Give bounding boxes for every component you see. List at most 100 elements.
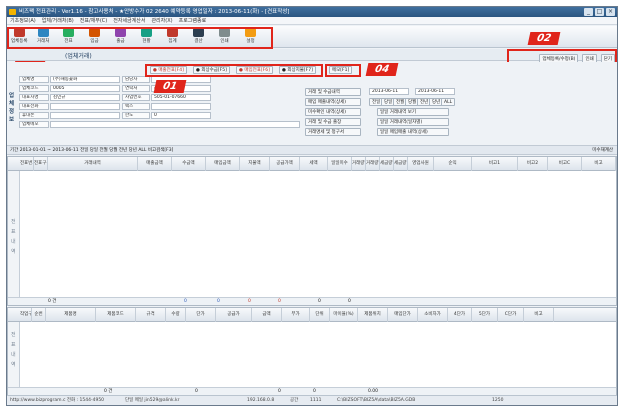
column-header[interactable]: 비고C [548,157,582,171]
recalc-button[interactable]: 미수재계산 [592,146,613,154]
menu-vendor[interactable]: 업체/거래처(B) [42,17,74,24]
column-header[interactable]: 세금량합계 [394,157,408,171]
column-header[interactable]: 제품코드 [96,308,136,322]
column-header[interactable]: 영업사원 [408,157,434,171]
right-field-value[interactable] [151,103,211,110]
menu-exit[interactable]: 프로그램종료 [179,17,207,24]
period-button[interactable]: ALL [441,98,456,106]
report-button[interactable]: 일일 매입매출 내역(상세) [377,128,449,136]
column-header[interactable]: 공급가 [216,308,252,322]
field-value[interactable]: 0005 [50,85,120,92]
right-field-label: 팩스 [122,103,150,110]
field-value[interactable] [50,121,300,128]
column-header[interactable]: 일일미수 [328,157,352,171]
history-button[interactable]: 미수확인 내역(상세) [305,108,361,116]
column-header[interactable]: 순익 [434,157,472,171]
column-header[interactable]: 5단가 [472,308,498,322]
slip-total-4: 0 [278,299,281,304]
column-header[interactable]: 비고 [524,308,554,322]
maximize-button[interactable]: □ [595,8,604,16]
column-header[interactable]: 세금량합계 [380,157,394,171]
column-header[interactable]: 매출금액 [138,157,172,171]
column-header[interactable]: 제품명 [46,308,96,322]
action-buttons-highlight [145,64,323,77]
menu-etax[interactable]: 전자세금계산서 [113,17,145,24]
history-button[interactable]: 거래 및 수금내역 [305,88,361,96]
callout-04: 04 [365,63,399,76]
column-header[interactable]: 순번 [32,308,46,322]
field-label: 대표자명 [19,94,49,101]
column-header[interactable]: 지불액 [240,157,270,171]
slip-total-2: 0 [217,299,220,304]
column-header[interactable]: 규격 [136,308,166,322]
report-button[interactable]: 일일 거래내역 보기 [377,108,449,116]
column-header[interactable]: 제품위치 [358,308,388,322]
column-header[interactable]: 매입단가 [388,308,418,322]
column-header[interactable]: 4단가 [448,308,472,322]
item-total-1: 0 [195,389,198,394]
window-title: 비즈팩 전표관리 - Ver1.16 - 참고사용처 - ★안방수가 02 26… [19,9,290,15]
column-header[interactable]: 거래내역 [48,157,138,171]
column-header[interactable]: 세액 [300,157,328,171]
field-value[interactable]: 김민규 [50,94,120,101]
slip-grid-side-label: 전표내역 [11,219,16,255]
status-user: 단일 메일 jin529@alink.kr [125,398,180,403]
field-value[interactable]: (주)해동꽃화 [50,76,120,83]
report-button[interactable]: 일일 거래내역(일자별) [377,118,449,126]
tab-title[interactable]: (업체거래) [65,51,92,60]
menu-admin[interactable]: 관리자(X) [151,17,172,24]
filter-text[interactable]: 기간 2013-01-01 ~ 2013-06-11 전일 당일 전월 당월 전… [10,148,173,153]
right-field-value[interactable]: 505-01-07660 [151,94,211,101]
history-button[interactable]: 매입 매출내역(상세) [305,98,361,106]
column-header[interactable]: 거래량합계 [366,157,380,171]
date-to-input[interactable]: 2013-06-11 [415,88,455,95]
status-site: http://www.bizprogram.c 전화 : 1544-4950 [10,398,105,403]
slip-total-6: 0 [348,299,351,304]
date-from-input[interactable]: 2013-06-11 [369,88,409,95]
column-header[interactable]: 매입금액 [206,157,240,171]
column-header[interactable]: 비고 [582,157,616,171]
item-total-4: 0.00 [368,389,379,394]
column-header[interactable]: 금액 [252,308,282,322]
column-header[interactable]: 단위 [310,308,330,322]
close-window-button[interactable]: × [606,8,615,16]
field-label: 업체코드 [19,85,49,92]
slip-grid-total: 0 건 0 0 0 0 0 0 [8,297,616,305]
status-ip: 192.168.0.8 [247,398,275,403]
status-num: 1111 [310,398,322,403]
slip-total-5: 0 [318,299,321,304]
column-header[interactable]: 비고2 [518,157,548,171]
menu-slip[interactable]: 전표/재무(C) [80,17,107,24]
minimize-button[interactable]: _ [584,8,593,16]
history-button[interactable]: 거래 및 수금 출장 [305,118,361,126]
column-header[interactable]: 수량 [166,308,186,322]
filter-bar: 기간 2013-01-01 ~ 2013-06-11 전일 당일 전월 당월 전… [7,145,617,155]
field-value[interactable] [50,103,120,110]
column-header[interactable]: 수금액 [172,157,206,171]
column-header[interactable]: 소비자가 [418,308,448,322]
toolbar-highlight [7,27,273,49]
status-ver: 1250 [492,398,504,403]
column-header[interactable]: 거래량합계 [352,157,366,171]
menu-basic[interactable]: 기초정보(A) [10,17,36,24]
column-header[interactable]: 작업구분 [20,308,32,322]
field-label: 업체명 [19,76,49,83]
column-header[interactable]: 전표번호 [20,157,34,171]
right-field-value[interactable]: 0 [151,112,211,119]
vendor-info-label: 업체정보 [9,93,15,123]
column-header[interactable]: 마이율(%) [330,308,358,322]
callout-02: 02 [527,32,561,45]
slip-grid: 전표번호전표구분거래내역매출금액수금액매입금액지불액공급가액세액일일미수거래량합… [7,156,617,306]
column-header[interactable]: 전표구분 [34,157,48,171]
menu-bar: 기초정보(A) 업체/거래처(B) 전표/재무(C) 전자세금계산서 관리자(X… [7,17,617,25]
title-bar: 비즈팩 전표관리 - Ver1.16 - 참고사용처 - ★안방수가 02 26… [7,7,617,17]
column-header[interactable]: 비고1 [472,157,518,171]
column-header[interactable]: 공급가액 [270,157,300,171]
column-header[interactable]: C단가 [498,308,524,322]
history-button[interactable]: 거래명세 및 청구서 [305,128,361,136]
item-grid-header: 작업구분순번제품명제품코드규격수량단가공급가금액부가단위마이율(%)제품위치매입… [8,308,616,322]
column-header[interactable]: 단가 [186,308,216,322]
field-value[interactable] [50,112,120,119]
column-header[interactable]: 부가 [282,308,310,322]
right-field-label: 담당자 [122,76,150,83]
